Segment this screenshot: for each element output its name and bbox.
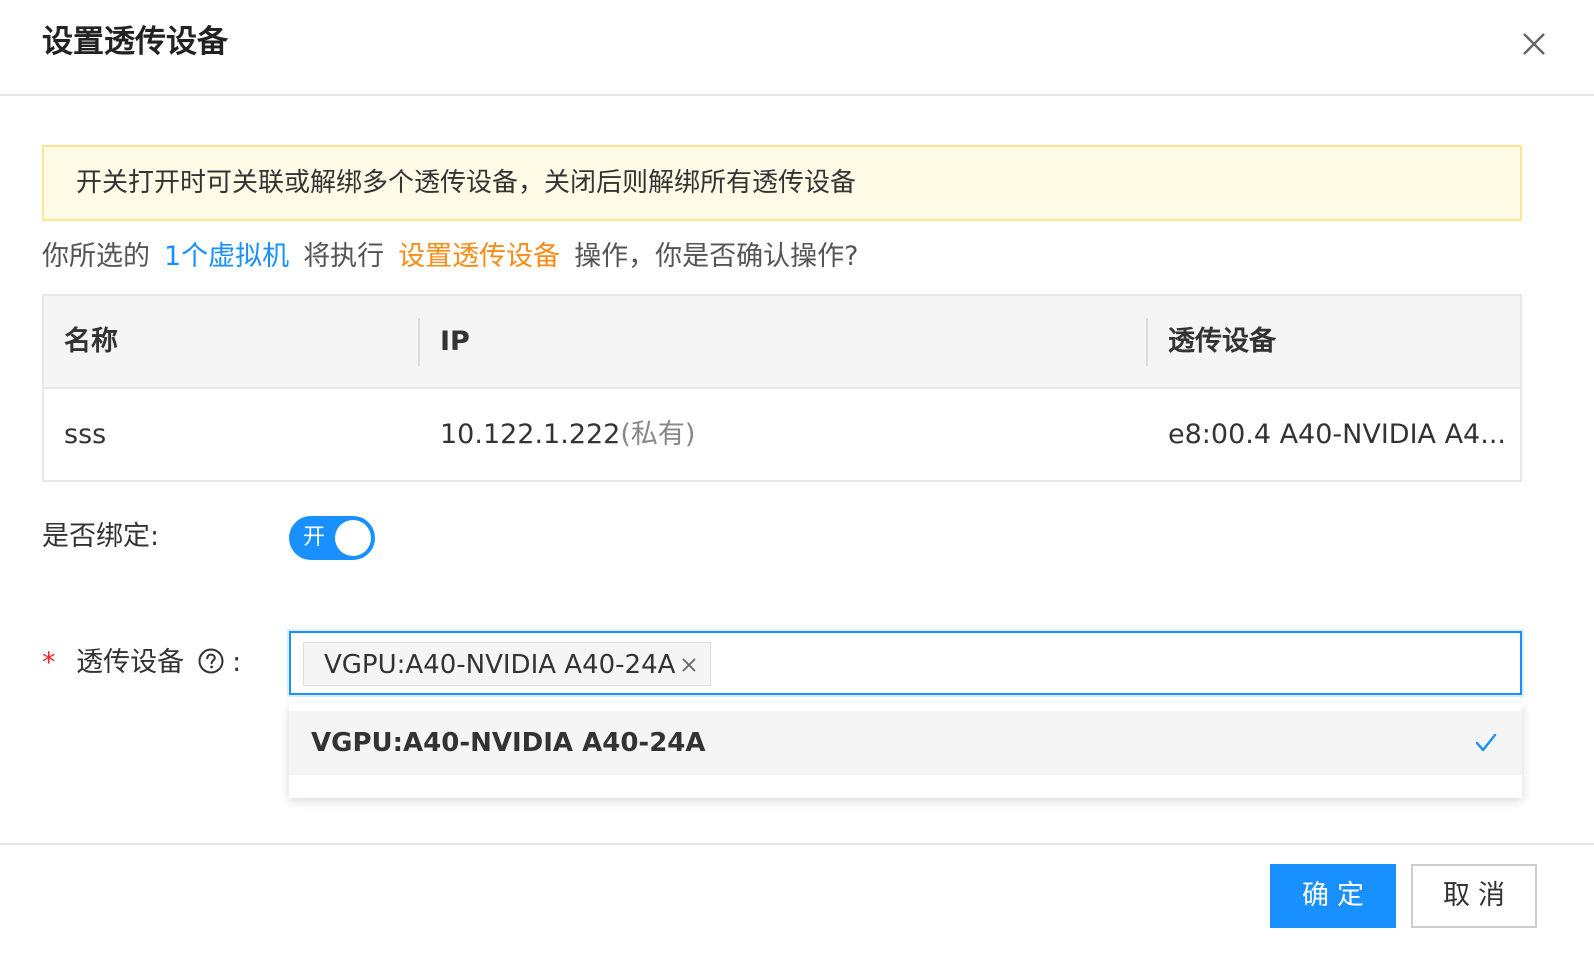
device-label-text: 透传设备 (76, 647, 185, 678)
column-header-name: 名称 (64, 326, 118, 357)
alert-text: 开关打开时可关联或解绑多个透传设备，关闭后则解绑所有透传设备 (76, 168, 857, 198)
selected-tag: VGPU:A40-NVIDIA A40-24A (303, 642, 711, 686)
cell-ip: 10.122.1.222(私有) (440, 389, 695, 480)
dialog: 设置透传设备 开关打开时可关联或解绑多个透传设备，关闭后则解绑所有透传设备 你所… (0, 0, 1594, 962)
bind-toggle[interactable]: 开 (289, 516, 375, 560)
dialog-header: 设置透传设备 (0, 0, 1594, 96)
cell-device: e8:00.4 A40-NVIDIA A4... (1168, 419, 1506, 450)
confirm-middle: 将执行 (303, 241, 385, 272)
check-icon (1475, 733, 1497, 752)
cancel-button[interactable]: 取消 (1411, 864, 1537, 928)
device-label: * 透传设备 : (42, 644, 241, 682)
column-divider (418, 318, 420, 366)
dropdown-option[interactable]: VGPU:A40-NVIDIA A40-24A (289, 711, 1522, 775)
vm-table: 名称 IP 透传设备 sss 10.122.1.222(私有) e8:00.4 … (42, 294, 1522, 482)
footer-divider (0, 843, 1594, 845)
selected-tag-label: VGPU:A40-NVIDIA A40-24A (324, 650, 676, 680)
selected-vm-count: 1个虚拟机 (164, 241, 290, 272)
confirm-prefix: 你所选的 (42, 241, 150, 272)
toggle-on-text: 开 (303, 525, 326, 550)
remove-tag-button[interactable] (682, 657, 696, 672)
table-header: 名称 IP 透传设备 (44, 296, 1520, 389)
device-multiselect[interactable]: VGPU:A40-NVIDIA A40-24A (289, 631, 1522, 695)
confirm-suffix: 操作，你是否确认操作? (574, 241, 859, 272)
ip-type: (私有) (620, 419, 696, 450)
confirm-action: 设置透传设备 (398, 241, 561, 272)
ip-address: 10.122.1.222 (440, 419, 621, 450)
option-label: VGPU:A40-NVIDIA A40-24A (311, 728, 706, 758)
info-alert: 开关打开时可关联或解绑多个透传设备，关闭后则解绑所有透传设备 (42, 145, 1522, 221)
required-mark: * (42, 647, 56, 678)
dialog-title: 设置透传设备 (42, 24, 228, 60)
close-icon (682, 658, 696, 672)
device-dropdown: VGPU:A40-NVIDIA A40-24A (289, 703, 1522, 798)
confirm-message: 你所选的 1个虚拟机 将执行 设置透传设备 操作，你是否确认操作? (42, 238, 859, 276)
question-circle-icon[interactable] (198, 647, 224, 674)
close-icon (1523, 33, 1545, 55)
device-label-colon: : (232, 647, 242, 678)
bind-label: 是否绑定: (42, 521, 160, 552)
column-header-ip: IP (440, 326, 470, 357)
close-button[interactable] (1514, 24, 1554, 64)
cell-name: sss (64, 419, 107, 450)
column-divider (1146, 318, 1148, 366)
column-header-device: 透传设备 (1168, 326, 1276, 357)
toggle-knob (335, 520, 371, 556)
ok-button[interactable]: 确定 (1270, 864, 1396, 928)
